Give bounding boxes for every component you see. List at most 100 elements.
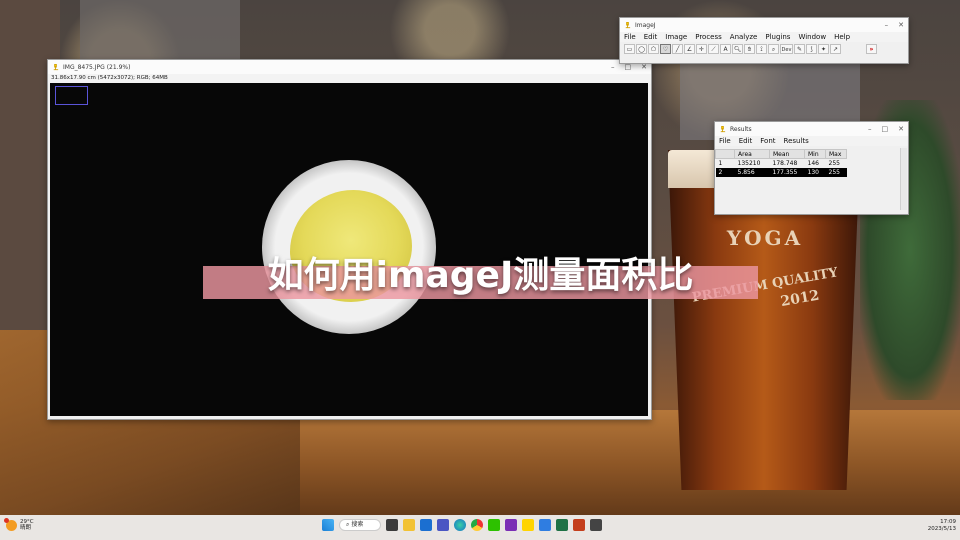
bg-table — [300, 410, 960, 520]
video-caption: 如何用imageJ测量面积比 — [267, 255, 694, 296]
taskbar-apps: ⌕ 搜索 — [322, 519, 602, 531]
col-header-area[interactable]: Area — [734, 149, 770, 159]
col-header-index[interactable] — [715, 149, 735, 159]
image-window-title: IMG_8475.JPG (21.9%) — [63, 63, 131, 71]
menu-window[interactable]: Window — [798, 33, 826, 41]
cell-index: 1 — [718, 160, 723, 167]
cell-max: 255 — [825, 168, 847, 177]
menu-image[interactable]: Image — [665, 33, 687, 41]
cell-max: 255 — [828, 160, 840, 167]
taskbar: 29°C 晴朗 ⌕ 搜索 17:09 2023/5/13 — [0, 515, 960, 540]
powerpoint-icon[interactable] — [573, 519, 585, 531]
minimize-button[interactable]: – — [868, 125, 872, 133]
taskbar-search[interactable]: ⌕ 搜索 — [339, 519, 381, 531]
dev-tool-button[interactable]: Dev — [780, 44, 793, 54]
taskbar-clock[interactable]: 17:09 2023/5/13 — [928, 519, 956, 533]
store-icon[interactable] — [420, 519, 432, 531]
polygon-tool-icon[interactable]: ⬠ — [648, 44, 659, 54]
excel-icon[interactable] — [556, 519, 568, 531]
wechat-icon[interactable] — [488, 519, 500, 531]
more-tools-button[interactable]: » — [866, 44, 877, 54]
app-icon[interactable] — [539, 519, 551, 531]
col-header-min[interactable]: Min — [804, 149, 826, 159]
results-menu-edit[interactable]: Edit — [739, 137, 753, 145]
file-explorer-icon[interactable] — [403, 519, 415, 531]
start-windows-icon[interactable] — [322, 519, 334, 531]
sun-icon — [4, 517, 17, 531]
edge-icon[interactable] — [454, 519, 466, 531]
col-header-mean[interactable]: Mean — [769, 149, 805, 159]
weather-condition: 晴朗 — [20, 525, 32, 531]
results-menu-file[interactable]: File — [719, 137, 731, 145]
flood-tool-icon[interactable]: ✦ — [818, 44, 829, 54]
zoom-tool-icon[interactable]: 🔍︎ — [732, 44, 743, 54]
wand-tool-icon[interactable]: ⟋ — [708, 44, 719, 54]
brush-tool-icon[interactable]: ⟆ — [806, 44, 817, 54]
results-scrollbar[interactable] — [900, 148, 907, 210]
col-header-max[interactable]: Max — [825, 149, 847, 159]
menu-edit[interactable]: Edit — [644, 33, 658, 41]
results-table[interactable]: Area Mean Min Max 1 135210 178.748 146 2… — [715, 149, 847, 177]
close-button[interactable]: ✕ — [898, 21, 904, 29]
cell-index: 2 — [715, 168, 735, 177]
pencil-tool-icon[interactable]: ✎ — [794, 44, 805, 54]
arrow-tool-icon[interactable]: ↗ — [830, 44, 841, 54]
image-window-titlebar[interactable]: IMG_8475.JPG (21.9%) – □ ✕ — [48, 60, 651, 74]
close-button[interactable]: ✕ — [641, 63, 647, 71]
cell-min: 130 — [804, 168, 826, 177]
menu-plugins[interactable]: Plugins — [765, 33, 790, 41]
imagej-microscope-icon — [720, 125, 726, 133]
bg-building — [80, 0, 240, 60]
roi-selection-rect[interactable] — [55, 86, 88, 105]
search-label: 搜索 — [351, 521, 364, 528]
task-view-icon[interactable] — [386, 519, 398, 531]
hand-tool-icon[interactable]: ✋︎ — [744, 44, 755, 54]
search-icon: ⌕ — [346, 521, 350, 528]
results-titlebar[interactable]: Results – □ ✕ — [715, 122, 908, 136]
freehand-tool-icon[interactable]: ♡ — [660, 44, 671, 54]
chrome-icon[interactable] — [471, 519, 483, 531]
text-tool-icon[interactable]: A — [720, 44, 731, 54]
cell-min: 146 — [807, 160, 819, 167]
image-window[interactable]: IMG_8475.JPG (21.9%) – □ ✕ 31.86x17.90 c… — [47, 59, 652, 420]
maximize-button[interactable]: □ — [625, 63, 632, 71]
imagej-toolbar: ▭ ◯ ⬠ ♡ ╱ ∠ ✛ ⟋ A 🔍︎ ✋︎ ⟟ ⌕ Dev ✎ ⟆ ✦ ↗ … — [620, 42, 908, 56]
imagej-main-window[interactable]: ImageJ – ✕ File Edit Image Process Analy… — [619, 17, 909, 64]
results-title: Results — [730, 125, 752, 133]
minimize-button[interactable]: – — [611, 63, 615, 71]
teams-icon[interactable] — [437, 519, 449, 531]
onenote-icon[interactable] — [505, 519, 517, 531]
imagej-title: ImageJ — [635, 21, 656, 29]
magnifier-icon[interactable]: ⌕ — [768, 44, 779, 54]
imagej-microscope-icon — [625, 21, 631, 29]
cell-area: 5.856 — [734, 168, 770, 177]
close-button[interactable]: ✕ — [898, 125, 904, 133]
point-tool-icon[interactable]: ✛ — [696, 44, 707, 54]
dropper-tool-icon[interactable]: ⟟ — [756, 44, 767, 54]
table-row-selected[interactable]: 2 5.856 177.355 130 255 — [715, 168, 847, 177]
menu-file[interactable]: File — [624, 33, 636, 41]
clock-time: 17:09 — [940, 519, 956, 525]
oval-tool-icon[interactable]: ◯ — [636, 44, 647, 54]
menu-help[interactable]: Help — [834, 33, 850, 41]
notification-badge — [4, 517, 9, 523]
table-row[interactable]: 1 135210 178.748 146 255 — [716, 159, 847, 169]
weather-widget[interactable]: 29°C 晴朗 — [4, 517, 34, 531]
results-header-row: Area Mean Min Max — [715, 149, 847, 159]
menu-analyze[interactable]: Analyze — [730, 33, 758, 41]
cell-mean: 177.355 — [769, 168, 805, 177]
line-tool-icon[interactable]: ╱ — [672, 44, 683, 54]
app-icon[interactable] — [590, 519, 602, 531]
imagej-taskbar-icon[interactable] — [522, 519, 534, 531]
minimize-button[interactable]: – — [885, 21, 889, 29]
cell-mean: 178.748 — [772, 160, 798, 167]
imagej-titlebar[interactable]: ImageJ – ✕ — [620, 18, 908, 32]
results-menu-results[interactable]: Results — [784, 137, 809, 145]
rectangle-tool-icon[interactable]: ▭ — [624, 44, 635, 54]
results-window[interactable]: Results – □ ✕ File Edit Font Results Are… — [714, 121, 909, 215]
menu-process[interactable]: Process — [695, 33, 722, 41]
results-menu-font[interactable]: Font — [760, 137, 775, 145]
angle-tool-icon[interactable]: ∠ — [684, 44, 695, 54]
maximize-button[interactable]: □ — [882, 125, 889, 133]
imagej-microscope-icon — [53, 63, 59, 71]
